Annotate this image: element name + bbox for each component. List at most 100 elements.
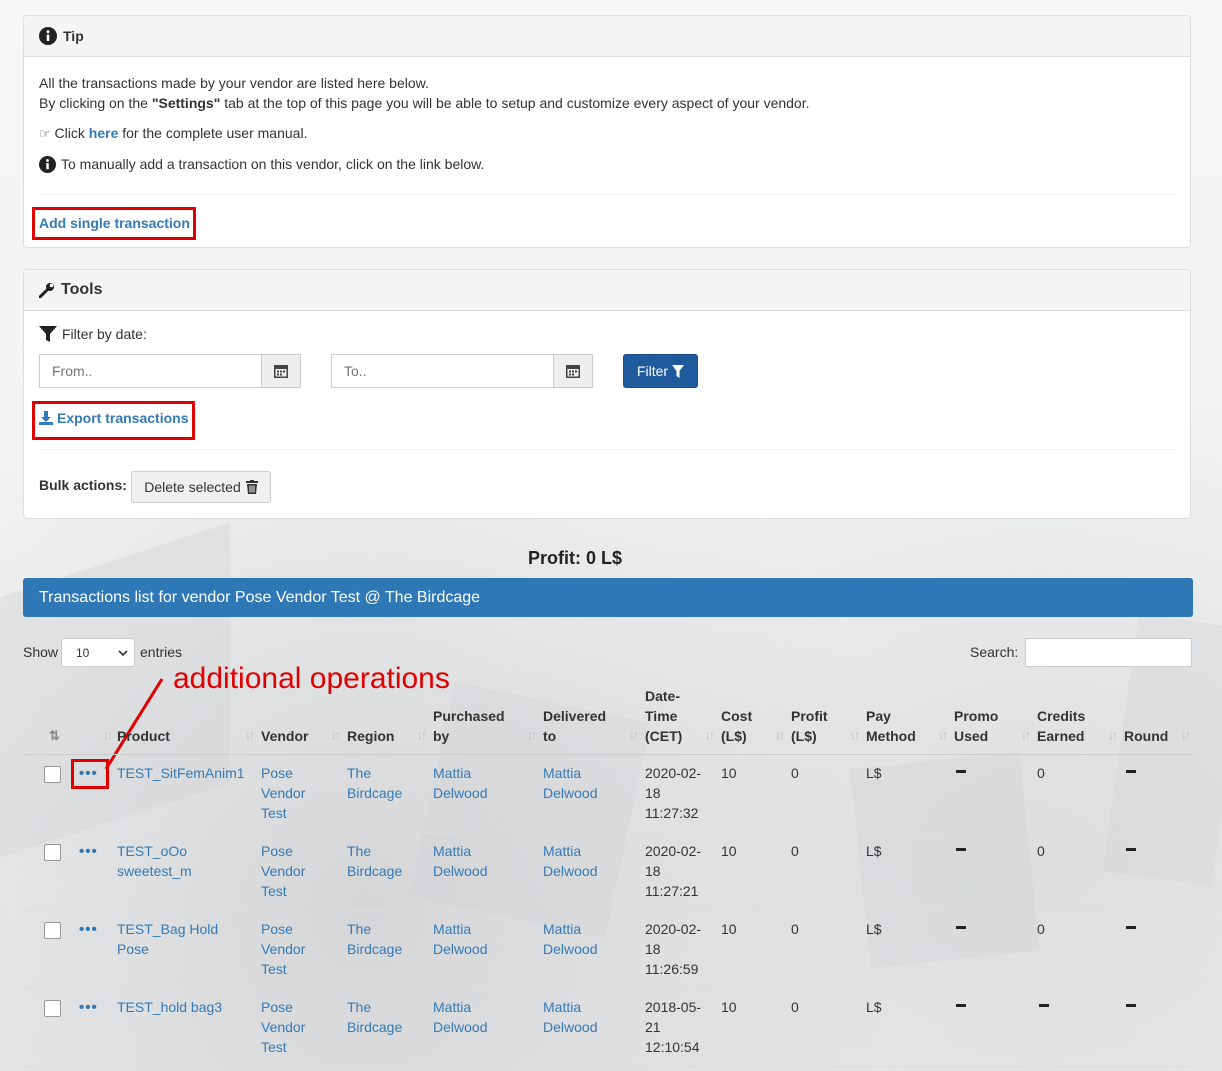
manual-link[interactable]: here [89, 125, 119, 141]
row-select-cell [23, 754, 69, 833]
actions-column[interactable]: ↓↑ [69, 680, 113, 755]
tools-heading: Tools [24, 270, 1190, 311]
highlight-export-transactions [32, 401, 195, 440]
round-cell [1120, 988, 1193, 1067]
column-header[interactable]: Cost (L$) ↓↑ [717, 680, 787, 755]
pay-method-cell: L$ [862, 910, 950, 989]
row-checkbox[interactable] [44, 766, 61, 783]
column-header[interactable]: Purchased by ↓↑ [429, 680, 539, 755]
credits-earned-cell: 0 [1033, 832, 1120, 911]
highlight-additional-operations [71, 759, 109, 789]
delivered-to-link[interactable]: Mattia Delwood [539, 754, 641, 833]
region-link[interactable]: The Birdcage [343, 988, 429, 1067]
tip-panel: Tip All the transactions made by your ve… [23, 15, 1191, 248]
cost-cell: 10 [717, 832, 787, 911]
delivered-to-link[interactable]: Mattia Delwood [539, 988, 641, 1067]
column-header[interactable]: Credits Earned ↓↑ [1033, 680, 1120, 755]
dash-icon [956, 769, 966, 773]
tip-line-1: All the transactions made by your vendor… [39, 75, 429, 91]
row-actions-cell: ••• [69, 988, 113, 1067]
row-select-cell [23, 910, 69, 989]
table-row: ••• TEST_hold bag3 Pose Vendor Test The Birdca… [23, 988, 1193, 1067]
product-link[interactable]: TEST_oOo sweetest_m [113, 832, 257, 911]
purchased-by-link[interactable]: Mattia Delwood [429, 988, 539, 1067]
info-icon [39, 27, 57, 45]
info-icon [39, 155, 56, 173]
profit-cell: 0 [787, 754, 862, 833]
table-row: ••• TEST_SitFemAnim1 Pose Vendor Test The Bird… [23, 754, 1193, 833]
column-header[interactable]: Date- Time (CET) ↓↑ [641, 680, 717, 755]
delivered-to-link[interactable]: Mattia Delwood [539, 910, 641, 989]
trash-icon [245, 480, 258, 494]
row-checkbox[interactable] [44, 1000, 61, 1017]
row-select-cell [23, 988, 69, 1067]
vendor-link[interactable]: Pose Vendor Test [257, 832, 343, 911]
hand-pointer-icon: ☞ [39, 126, 51, 141]
table-row: ••• TEST_oOo sweetest_m Pose Vendor Test The Bi… [23, 832, 1193, 911]
region-link[interactable]: The Birdcage [343, 910, 429, 989]
dash-icon [1126, 847, 1136, 851]
dash-icon [956, 925, 966, 929]
vendor-link[interactable]: Pose Vendor Test [257, 754, 343, 833]
delete-selected-button[interactable]: Delete selected [131, 471, 271, 503]
filter-icon [39, 326, 57, 342]
from-date-input[interactable] [39, 354, 263, 388]
column-header[interactable]: Pay Method ↓↑ [862, 680, 950, 755]
filter-button[interactable]: Filter [623, 354, 698, 388]
bulk-actions-label: Bulk actions: [39, 477, 127, 493]
round-cell [1120, 910, 1193, 989]
search-input[interactable] [1025, 638, 1192, 667]
dash-icon [956, 847, 966, 851]
tip-title: Tip [63, 28, 84, 44]
calendar-icon [274, 365, 288, 378]
column-header[interactable]: Delivered to ↓↑ [539, 680, 641, 755]
column-header[interactable]: Vendor ↓↑ [257, 680, 343, 755]
date-cell: 2018-05- 21 12:10:54 [641, 988, 717, 1067]
region-link[interactable]: The Birdcage [343, 754, 429, 833]
pay-method-cell: L$ [862, 988, 950, 1067]
column-header[interactable]: Round ↓↑ [1120, 680, 1193, 755]
row-actions-cell: ••• [69, 832, 113, 911]
product-link[interactable]: TEST_SitFemAnim1 [113, 754, 257, 833]
select-all-column[interactable]: ⇅ [23, 680, 69, 755]
more-options-icon[interactable]: ••• [79, 843, 98, 860]
to-date-input[interactable] [331, 354, 555, 388]
column-header[interactable]: Profit (L$) ↓↑ [787, 680, 862, 755]
row-checkbox[interactable] [44, 922, 61, 939]
profit-cell: 0 [787, 910, 862, 989]
row-checkbox[interactable] [44, 844, 61, 861]
highlight-add-transaction [32, 207, 196, 240]
table-row: ••• TEST_Bag Hold Pose Pose Vendor Test The Bir… [23, 910, 1193, 989]
from-calendar-button[interactable] [261, 354, 301, 388]
product-link[interactable]: TEST_hold bag3 [113, 988, 257, 1067]
more-options-icon[interactable]: ••• [79, 921, 98, 938]
round-cell [1120, 754, 1193, 833]
profit-cell: 0 [787, 832, 862, 911]
column-header[interactable]: Promo Used ↓↑ [950, 680, 1033, 755]
to-calendar-button[interactable] [553, 354, 593, 388]
product-link[interactable]: TEST_Bag Hold Pose [113, 910, 257, 989]
purchased-by-link[interactable]: Mattia Delwood [429, 754, 539, 833]
vendor-link[interactable]: Pose Vendor Test [257, 910, 343, 989]
delivered-to-link[interactable]: Mattia Delwood [539, 832, 641, 911]
dash-icon [1126, 925, 1136, 929]
vendor-link[interactable]: Pose Vendor Test [257, 988, 343, 1067]
column-header[interactable]: Product ↓↑ [113, 680, 257, 755]
tools-panel: Tools Filter by date: Filter Export tran… [23, 269, 1191, 519]
row-select-cell [23, 832, 69, 911]
pay-method-cell: L$ [862, 832, 950, 911]
promo-used-cell [950, 754, 1033, 833]
calendar-icon [566, 365, 580, 378]
tip-heading: Tip [24, 16, 1190, 57]
promo-used-cell [950, 832, 1033, 911]
tools-title: Tools [61, 281, 103, 298]
entries-select[interactable]: 10 [61, 638, 135, 667]
credits-earned-cell [1033, 988, 1120, 1067]
more-options-icon[interactable]: ••• [79, 999, 98, 1016]
purchased-by-link[interactable]: Mattia Delwood [429, 910, 539, 989]
region-link[interactable]: The Birdcage [343, 832, 429, 911]
dash-icon [956, 1003, 966, 1007]
show-label: Show [23, 644, 59, 660]
column-header[interactable]: Region ↓↑ [343, 680, 429, 755]
purchased-by-link[interactable]: Mattia Delwood [429, 832, 539, 911]
